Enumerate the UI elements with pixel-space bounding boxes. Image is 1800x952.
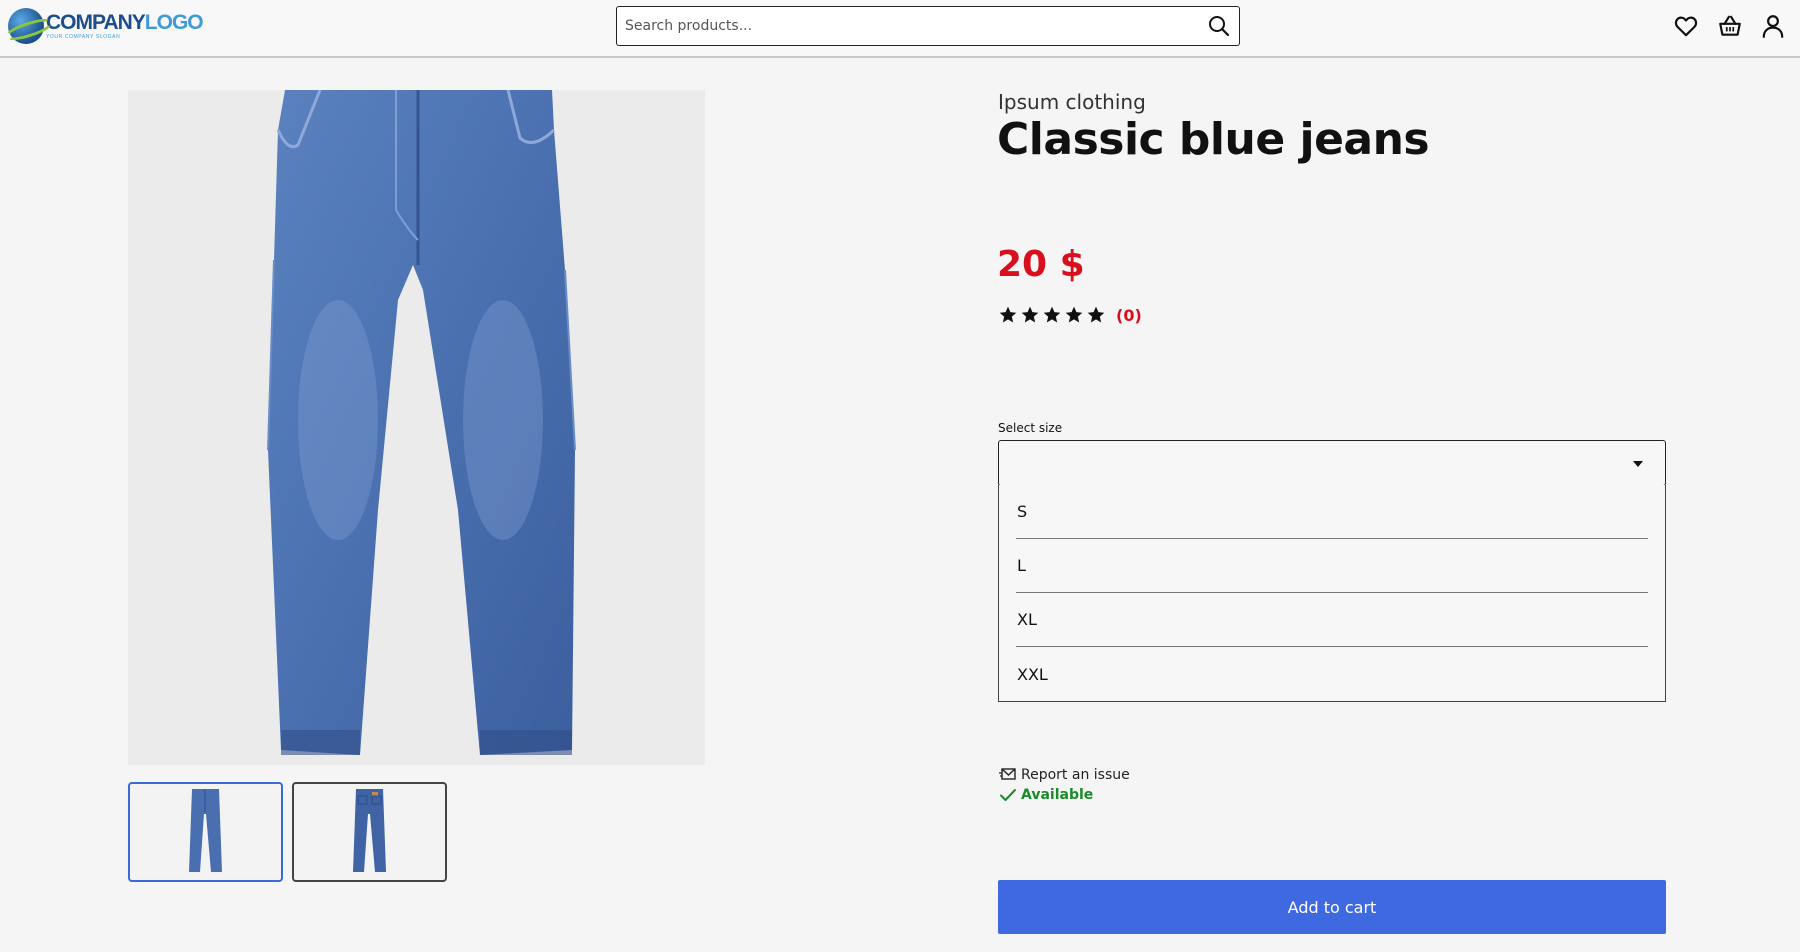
star-icon xyxy=(1043,306,1061,323)
report-issue-label: Report an issue xyxy=(1021,767,1130,783)
thumbnail-front[interactable] xyxy=(128,782,283,882)
size-option-xxl[interactable]: XXL xyxy=(1016,647,1648,701)
user-icon[interactable] xyxy=(1760,13,1786,39)
check-icon xyxy=(1000,789,1016,801)
star-icon xyxy=(999,306,1017,323)
star-icon xyxy=(1065,306,1083,323)
size-option-xl[interactable]: XL xyxy=(1016,593,1648,647)
product-brand: Ipsum clothing xyxy=(998,90,1146,114)
size-select[interactable] xyxy=(998,440,1666,486)
product-price: 20 $ xyxy=(997,244,1085,285)
logo-wordmark: COMPANYLOGO xyxy=(46,11,204,34)
chevron-down-icon xyxy=(1633,461,1643,467)
search-icon[interactable] xyxy=(1207,14,1231,38)
report-mail-icon xyxy=(999,768,1016,780)
product-main-image[interactable] xyxy=(128,90,705,765)
product-rating: (0) xyxy=(998,305,1142,325)
add-to-cart-button[interactable]: Add to cart xyxy=(998,880,1666,934)
size-option-s[interactable]: S xyxy=(1016,485,1648,539)
jeans-thumbnail-front-image xyxy=(189,789,222,872)
size-select-label: Select size xyxy=(998,421,1063,435)
availability-status: Available xyxy=(999,787,1093,803)
product-title: Classic blue jeans xyxy=(997,114,1430,165)
heart-icon[interactable] xyxy=(1673,13,1699,39)
size-dropdown-list: S L XL XXL xyxy=(998,485,1666,702)
site-header: COMPANYLOGO YOUR COMPANY SLOGAN xyxy=(0,0,1800,58)
search-input[interactable] xyxy=(617,7,1197,44)
report-issue-link[interactable]: Report an issue xyxy=(999,767,1130,783)
thumbnail-back[interactable] xyxy=(292,782,447,882)
rating-count[interactable]: (0) xyxy=(1116,306,1142,325)
logo-globe-icon xyxy=(8,8,44,44)
availability-label: Available xyxy=(1021,787,1094,803)
star-icon xyxy=(1021,306,1039,323)
logo-slogan: YOUR COMPANY SLOGAN xyxy=(46,34,121,40)
rating-stars xyxy=(998,305,1106,325)
size-option-l[interactable]: L xyxy=(1016,539,1648,593)
basket-icon[interactable] xyxy=(1717,13,1743,39)
company-logo[interactable]: COMPANYLOGO YOUR COMPANY SLOGAN xyxy=(8,6,204,46)
jeans-front-image xyxy=(267,90,576,755)
star-icon xyxy=(1087,306,1105,323)
jeans-thumbnail-back-image xyxy=(353,789,386,872)
search-box xyxy=(616,6,1240,46)
